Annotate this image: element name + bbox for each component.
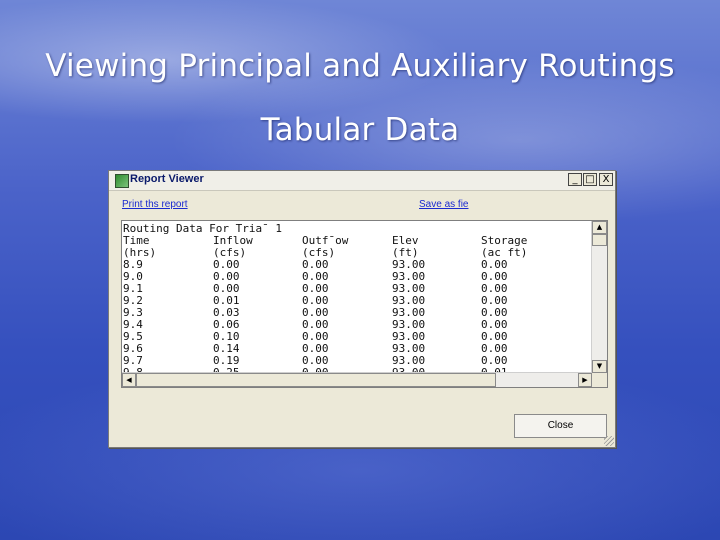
close-button[interactable]: Close [514,414,607,438]
print-report-link[interactable]: Print ths report [122,199,188,210]
scroll-left-arrow-icon[interactable]: ◀ [122,373,136,387]
resize-grip-icon[interactable] [604,436,614,446]
table-row: 9.3 0.03 0.00 93.00 0.00 [123,307,593,319]
report-content: Routing Data For Tria¯ 1 Time Inflow Out… [123,223,593,373]
table-row: 8.9 0.00 0.00 93.00 0.00 [123,259,593,271]
maximize-button[interactable]: □ [583,173,597,186]
table-row: 9.6 0.14 0.00 93.00 0.00 [123,343,593,355]
scroll-up-arrow-icon[interactable]: ▲ [592,221,607,234]
minimize-button[interactable]: _ [568,173,582,186]
table-row: 9.5 0.10 0.00 93.00 0.00 [123,331,593,343]
report-text-area[interactable]: Routing Data For Tria¯ 1 Time Inflow Out… [121,220,608,388]
report-units-row: (hrs) (cfs) (cfs) (ft) (ac ft) [123,247,593,259]
horizontal-scroll-thumb[interactable] [136,373,496,387]
scrollbar-corner [592,373,607,387]
table-row: 9.0 0.00 0.00 93.00 0.00 [123,271,593,283]
scroll-right-arrow-icon[interactable]: ▶ [578,373,592,387]
app-icon [115,174,129,188]
vertical-scrollbar[interactable]: ▲ ▼ [591,221,607,373]
vertical-scroll-thumb[interactable] [592,234,607,246]
slide-title: Viewing Principal and Auxiliary Routings [45,48,675,84]
table-row: 9.1 0.00 0.00 93.00 0.00 [123,283,593,295]
table-row: 9.2 0.01 0.00 93.00 0.00 [123,295,593,307]
scroll-down-arrow-icon[interactable]: ▼ [592,360,607,373]
table-row: 9.4 0.06 0.00 93.00 0.00 [123,319,593,331]
window-titlebar[interactable]: Report Viewer _ □ X [109,171,615,191]
slide-subtitle: Tabular Data [260,112,460,148]
report-data-rows: 8.9 0.00 0.00 93.00 0.00 9.0 0.00 0.00 93.00 0.00… [123,259,593,374]
window-close-button[interactable]: X [599,173,613,186]
table-row: 9.7 0.19 0.00 93.00 0.00 [123,355,593,367]
window-title: Report Viewer [130,173,204,185]
report-viewer-window: Report Viewer _ □ X Print ths report Sav… [108,170,616,448]
horizontal-scrollbar[interactable]: ◀ ▶ [122,372,592,387]
save-as-file-link[interactable]: Save as fie [419,199,468,210]
